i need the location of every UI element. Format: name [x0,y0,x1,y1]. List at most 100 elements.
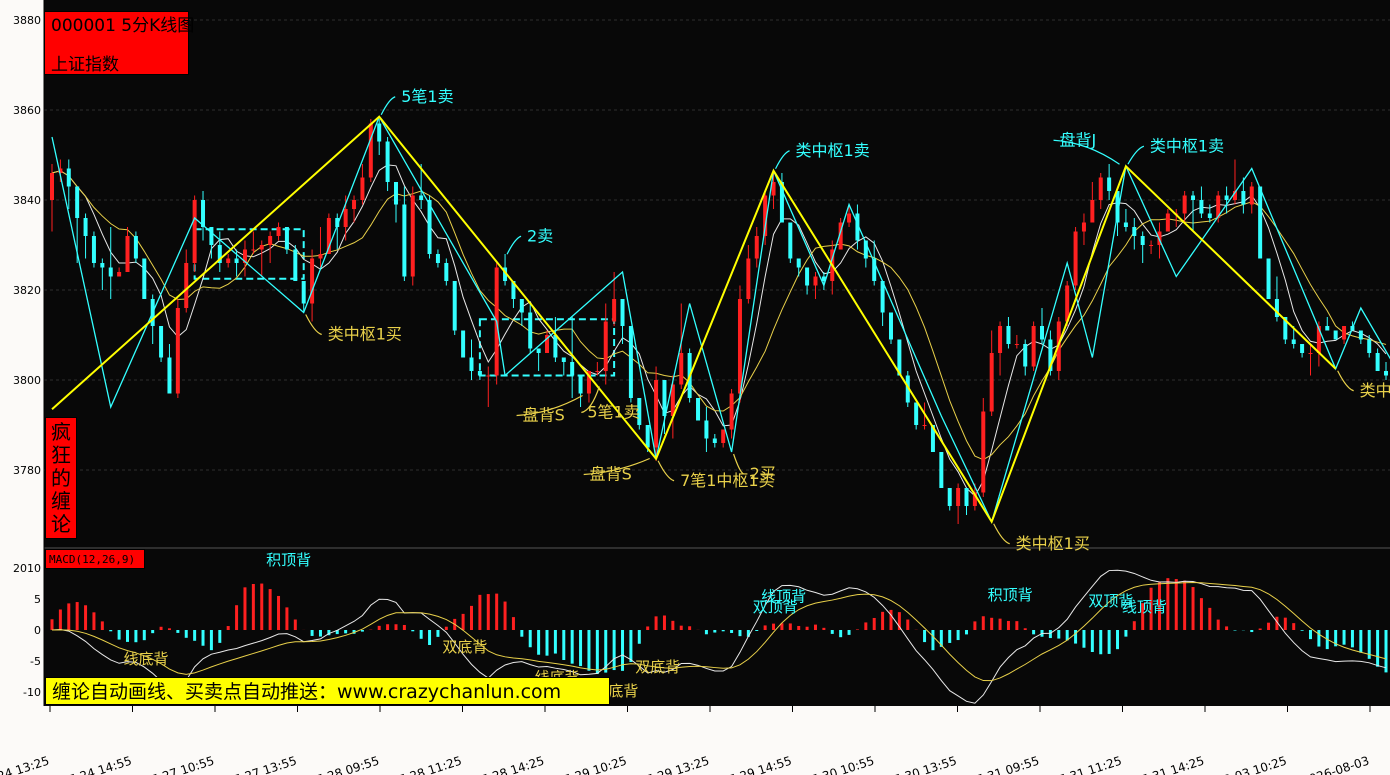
candle-body [956,488,961,506]
candle-body [360,177,365,200]
candle-body [1249,186,1254,205]
candle-body [66,168,71,187]
candle-body [1149,245,1154,246]
candle-body [1182,195,1187,214]
candle-body [1342,326,1347,340]
macd-tick-label: 2010 [13,562,41,575]
candle-body [620,299,625,326]
chart-title: 000001 5分K线图 [51,16,195,36]
candle-body [939,452,944,488]
side-label-char: 狂 [51,443,71,467]
candle-body [570,362,575,376]
candle-body [528,312,533,349]
side-label-char: 的 [51,466,71,490]
candle-body [293,249,298,281]
candle-body [117,272,122,277]
candle-body [704,420,709,439]
candle-body [721,429,726,443]
candle-body [519,299,524,313]
candle-body [998,326,1003,353]
candle-body [452,281,457,331]
annotation-label: 类中枢1卖 [1150,136,1224,155]
candle-body [469,357,474,371]
side-label-char: 论 [51,512,71,536]
annotation-label: 2卖 [527,226,553,245]
candle-body [209,227,214,245]
candle-body [1081,222,1086,232]
candle-body [1140,236,1145,245]
candle-body [1023,344,1028,367]
candle-body [813,276,818,286]
candle-body [1191,195,1196,200]
candle-body [276,227,281,236]
macd-annotation-label: 双底背 [442,638,487,656]
candle-body [645,425,650,448]
macd-tick-label: -10 [23,686,41,699]
candle-body [914,402,919,425]
candle-body [712,438,717,443]
candle-body [847,213,852,223]
macd-tick-label: 0 [34,624,41,637]
candle-body [1031,326,1036,367]
candle-body [1325,326,1330,331]
candle-body [284,227,289,250]
price-tick-label: 3880 [13,14,41,27]
candle-body [352,200,357,209]
candle-body [310,258,315,304]
macd-annotation-label: 线底背 [124,650,169,668]
candle-body [100,263,105,268]
candle-body [234,258,239,263]
side-label-char: 疯 [51,420,71,444]
candle-body [1375,353,1380,371]
candle-body [1266,258,1271,299]
candle-body [461,330,466,358]
candle-body [754,236,759,259]
candle-body [1308,353,1313,354]
annotation-label: 2买 [750,464,776,483]
candle-body [477,371,482,376]
annotation-label: 盘背J [1060,130,1097,149]
candle-body [922,425,927,426]
candle-body [91,236,96,263]
candle-body [888,312,893,340]
candle-body [133,236,138,259]
candle-body [368,123,373,178]
candle-body [788,222,793,259]
promo-banner[interactable]: 缠论自动画线、买卖点自动推送：www.crazychanlun.com [45,677,610,705]
candle-body [435,254,440,263]
candle-body [696,398,701,421]
side-label-char: 缠 [51,489,71,513]
candle-body [1165,213,1170,232]
annotation-label: 盘背S [590,465,632,484]
candle-body [1098,177,1103,200]
candle-body [268,236,273,245]
candle-body [393,182,398,205]
chart-area: 3780 3800 3820 3840 3860 3880 5笔1卖 2卖 类中枢1卖 盘背J 类… [0,0,1390,775]
candle-body [628,326,633,398]
macd-annotation-label: 线顶背 [1122,598,1167,616]
annotation-label: 5笔1卖 [587,403,639,422]
candle-body [1367,339,1372,353]
price-tick-label: 3800 [13,374,41,387]
candle-body [612,299,617,322]
candle-body [654,380,659,448]
candle-body [679,353,684,385]
annotation-label: 盘背S [523,406,565,425]
candle-body [83,218,88,236]
candle-body [377,123,382,142]
candle-body [1040,326,1045,340]
candle-body [402,204,407,277]
candle-body [1241,191,1246,205]
candle-body [805,267,810,286]
candle-body [251,249,256,251]
annotation-label: 5笔1卖 [401,87,453,106]
candle-body [1300,344,1305,353]
candle-body [553,335,558,358]
candle-body [201,200,206,227]
candle-body [1207,213,1212,218]
price-tick-label: 3840 [13,194,41,207]
candle-body [318,254,323,259]
candle-body [729,393,734,430]
candle-body [486,375,491,377]
candle-body [226,258,231,263]
